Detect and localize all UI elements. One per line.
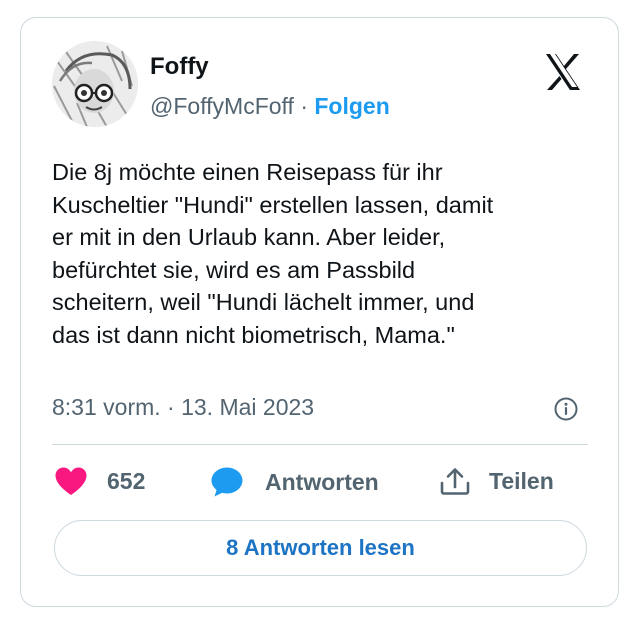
- avatar[interactable]: [52, 41, 138, 127]
- share-button[interactable]: Teilen: [438, 466, 554, 496]
- info-icon[interactable]: [553, 396, 579, 422]
- x-logo-icon[interactable]: [543, 52, 583, 92]
- speech-bubble-icon: [211, 467, 243, 497]
- author-handle-row: @FoffyMcFoff · Folgen: [150, 93, 390, 120]
- divider: [52, 444, 588, 445]
- author-name[interactable]: Foffy: [150, 53, 209, 81]
- share-upload-icon: [440, 468, 470, 495]
- reply-button[interactable]: Antworten: [210, 466, 379, 498]
- tweet-text: Die 8j möchte einen Reisepass für ihr Ku…: [52, 156, 597, 351]
- tweet-text-line: er mit in den Urlaub kann. Aber leider,: [52, 224, 446, 250]
- like-count: 652: [107, 467, 146, 494]
- reply-label: Antworten: [265, 468, 379, 495]
- tweet-text-line: Kuscheltier "Hundi" erstellen lassen, da…: [52, 191, 494, 218]
- tweet-timestamp[interactable]: 8:31 vorm. · 13. Mai 2023: [52, 394, 314, 421]
- avatar-image: [52, 41, 138, 127]
- tweet-text-line: das ist dann nicht biometrisch, Mama.": [52, 321, 455, 348]
- tweet-text-line: befürchtet sie, wird es am Passbild: [52, 256, 416, 283]
- author-handle[interactable]: @FoffyMcFoff: [150, 93, 294, 119]
- tweet-text-line: Die 8j möchte einen Reisepass für ihr: [52, 159, 443, 185]
- follow-link[interactable]: Folgen: [314, 93, 389, 119]
- tweet-card: Foffy @FoffyMcFoff · Folgen Die 8j möcht…: [20, 17, 619, 607]
- like-button[interactable]: 652: [54, 466, 145, 496]
- heart-icon: [55, 467, 87, 495]
- read-replies-button[interactable]: 8 Antworten lesen: [54, 520, 587, 576]
- tweet-text-line: scheitern, weil "Hundi lächelt immer, un…: [52, 289, 475, 315]
- separator-dot: ·: [300, 93, 308, 119]
- share-label: Teilen: [489, 467, 554, 494]
